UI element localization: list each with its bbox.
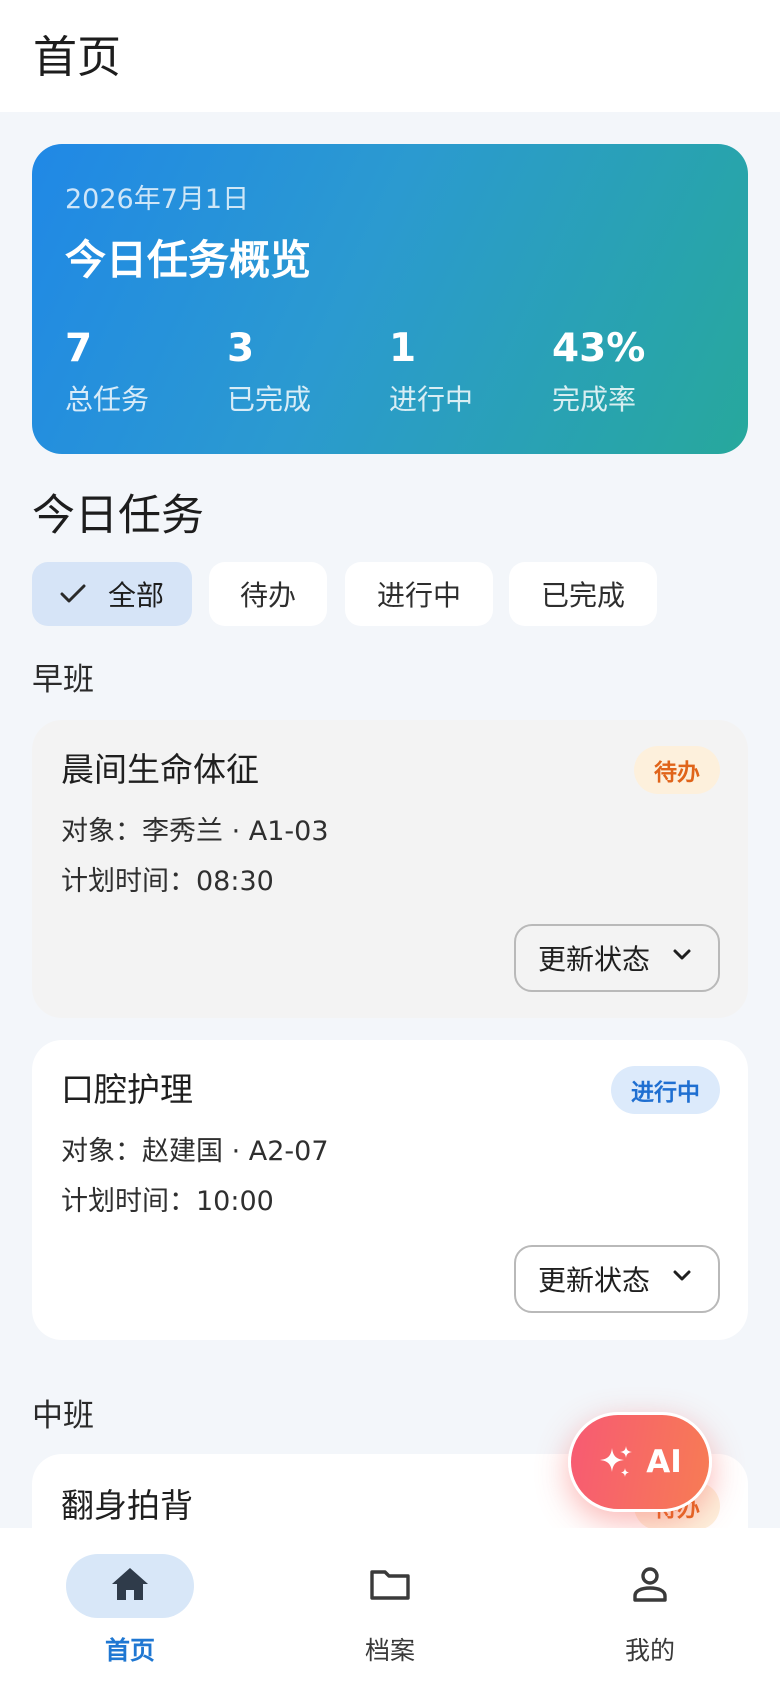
stat-label: 进行中 (389, 383, 474, 416)
task-card[interactable]: 口腔护理 进行中 对象：赵建国 · A2-07 计划时间：10:00 更新状态 (32, 1040, 748, 1340)
update-status-button[interactable]: 更新状态 (514, 924, 720, 992)
ai-assistant-button[interactable]: AI (568, 1412, 712, 1512)
filter-chip-in-progress[interactable]: 进行中 (345, 562, 493, 626)
top-app-bar: 首页 (0, 0, 780, 112)
stat-in-progress: 1 进行中 (389, 324, 539, 418)
nav-indicator (326, 1554, 454, 1618)
home-icon (110, 1566, 150, 1606)
stat-value: 1 (389, 326, 417, 371)
summary-card: 2026年7月1日 今日任务概览 7 总任务 3 已完成 1 进行中 43% 完… (32, 144, 748, 454)
update-status-label: 更新状态 (538, 1264, 651, 1297)
group-label-mid: 中班 (32, 1398, 94, 1434)
filter-chip-label: 全部 (107, 579, 164, 612)
chevron-down-icon (672, 1269, 692, 1283)
bottom-navigation: 首页 档案 我的 (0, 1528, 780, 1688)
task-subject: 对象：赵建国 · A2-07 (61, 1136, 329, 1167)
task-time: 计划时间：10:00 (61, 1186, 274, 1217)
task-name: 翻身拍背 (61, 1486, 193, 1525)
update-status-label: 更新状态 (538, 943, 651, 976)
stat-total: 7 总任务 (65, 324, 215, 418)
filter-chip-label: 已完成 (540, 579, 625, 612)
ai-button-label: AI (646, 1444, 682, 1480)
section-title-today-tasks: 今日任务 (32, 491, 204, 541)
filter-chip-completed[interactable]: 已完成 (509, 562, 657, 626)
nav-label: 我的 (624, 1636, 675, 1665)
stat-value: 3 (227, 326, 255, 371)
summary-heading: 今日任务概览 (65, 236, 311, 284)
status-badge-todo: 待办 (634, 746, 720, 794)
filter-chip-label: 待办 (239, 579, 296, 612)
filter-chip-todo[interactable]: 待办 (209, 562, 327, 626)
folder-icon (369, 1567, 411, 1605)
nav-indicator (586, 1554, 714, 1618)
nav-item-records[interactable]: 档案 (292, 1554, 492, 1674)
task-name: 晨间生命体征 (61, 750, 259, 789)
task-name: 口腔护理 (61, 1070, 193, 1109)
task-time: 计划时间：08:30 (61, 866, 274, 897)
nav-item-home[interactable]: 首页 (32, 1554, 232, 1674)
group-label-morning: 早班 (32, 662, 94, 698)
stat-label: 已完成 (227, 383, 312, 416)
summary-date: 2026年7月1日 (65, 184, 250, 215)
chevron-down-icon (672, 948, 692, 962)
update-status-button[interactable]: 更新状态 (514, 1245, 720, 1313)
status-badge-in-progress: 进行中 (611, 1066, 720, 1114)
filter-chip-all[interactable]: 全部 (32, 562, 192, 626)
stat-completion-rate: 43% 完成率 (552, 324, 702, 418)
task-subject: 对象：李秀兰 · A1-03 (61, 816, 329, 847)
stat-value: 7 (65, 326, 93, 371)
person-icon (631, 1565, 669, 1607)
filter-chip-label: 进行中 (376, 579, 461, 612)
stat-completed: 3 已完成 (227, 324, 377, 418)
nav-item-me[interactable]: 我的 (552, 1554, 752, 1674)
task-card[interactable]: 晨间生命体征 待办 对象：李秀兰 · A1-03 计划时间：08:30 更新状态 (32, 720, 748, 1018)
nav-label: 首页 (104, 1636, 155, 1665)
nav-indicator (66, 1554, 194, 1618)
page-title: 首页 (33, 32, 121, 83)
stat-value: 43% (552, 326, 646, 371)
stat-label: 完成率 (552, 383, 637, 416)
stat-label: 总任务 (65, 383, 150, 416)
nav-label: 档案 (364, 1636, 415, 1665)
sparkle-icon (598, 1444, 634, 1480)
check-icon (60, 584, 86, 604)
